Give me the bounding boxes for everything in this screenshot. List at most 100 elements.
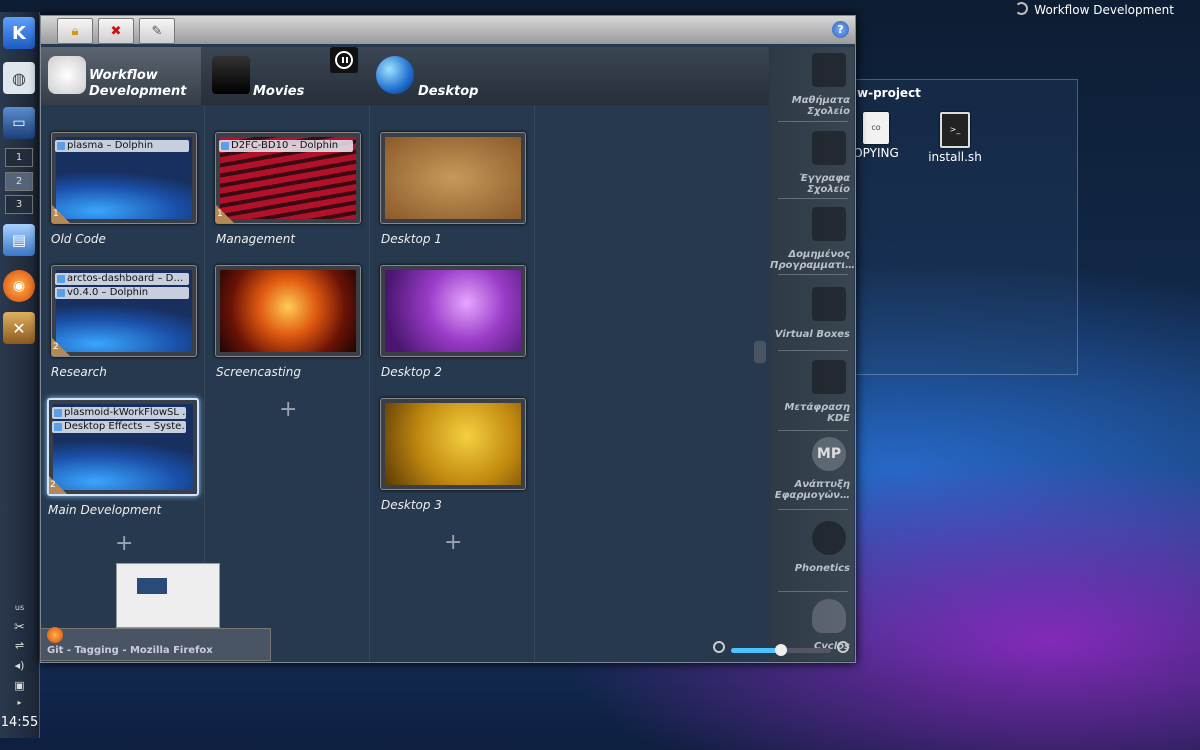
help-icon[interactable]: ? xyxy=(832,21,849,38)
script-file-icon: >_ xyxy=(940,112,970,148)
window-entry[interactable]: Desktop Effects – Syste… xyxy=(52,421,186,433)
sidebar-resize-handle[interactable] xyxy=(754,341,766,363)
firefox-launcher[interactable]: ◉ xyxy=(3,270,35,302)
globe-icon xyxy=(376,56,414,94)
zoom-track[interactable] xyxy=(731,644,831,656)
configure-button[interactable]: ✎ xyxy=(139,18,175,44)
current-activity-label: Workflow Development xyxy=(1034,3,1174,17)
current-activity-indicator[interactable]: Workflow Development xyxy=(1015,2,1174,17)
digital-clock[interactable]: 14:55 xyxy=(0,715,39,730)
zoom-slider[interactable] xyxy=(711,641,851,659)
kde-menu-button[interactable]: K xyxy=(3,17,35,49)
activity-card-main-development[interactable]: plasmoid-kWorkFlowSL … Desktop Effects –… xyxy=(47,398,199,496)
pager-label: 3 xyxy=(15,199,23,210)
activities-sidebar: Μαθήματα Σχολείο Έγγραφα Σχολείο Δομημένος… xyxy=(770,47,856,661)
pager-desktop-1[interactable]: 1 xyxy=(5,148,33,167)
pause-button[interactable] xyxy=(330,47,358,73)
window-count-badge: 1 xyxy=(52,205,70,223)
activity-card-research[interactable]: arctos-dashboard – D… v0.4.0 – Dolphin 2 xyxy=(51,265,197,357)
keyboard-layout-indicator[interactable]: us xyxy=(0,603,39,612)
card-label: Main Development xyxy=(48,503,162,517)
file-label: install.sh xyxy=(928,150,982,164)
file-install-sh[interactable]: >_ install.sh xyxy=(915,112,995,164)
sidebar-divider xyxy=(778,121,848,122)
window-preview-thumbnail xyxy=(116,563,220,628)
lock-button[interactable]: 🔒︎ xyxy=(57,18,93,44)
column-title-line2: Development xyxy=(89,84,187,99)
column-title-line1: Workflow xyxy=(89,68,158,83)
activity-icon xyxy=(812,207,846,241)
activity-manager-button[interactable]: ◍ xyxy=(3,62,35,94)
card-label: Desktop 3 xyxy=(381,498,442,512)
usb-device-icon[interactable]: ⇌ xyxy=(0,639,39,652)
pager-desktop-3[interactable]: 3 xyxy=(5,195,33,214)
activity-icon xyxy=(1015,2,1029,15)
firefox-icon: ◉ xyxy=(12,278,26,294)
tools-icon: ✕ xyxy=(12,318,26,338)
sidebar-label: Προγραμματι… xyxy=(770,260,856,271)
file-label: OPYING xyxy=(853,146,899,160)
window-count: 1 xyxy=(53,209,59,219)
activity-card-management[interactable]: D2FC-BD10 – Dolphin 1 xyxy=(215,132,361,224)
window-entry[interactable]: D2FC-BD10 – Dolphin xyxy=(219,140,353,152)
add-desktop-button[interactable]: + xyxy=(115,531,133,556)
taskbar-entry-firefox[interactable]: Git - Tagging - Mozilla Firefox xyxy=(40,627,271,661)
card-label: Screencasting xyxy=(216,365,301,379)
volume-icon[interactable]: ◂) xyxy=(0,659,39,672)
sidebar-divider xyxy=(778,509,848,510)
sidebar-divider xyxy=(778,430,848,431)
card-label: Desktop 1 xyxy=(381,232,442,246)
pager-label: 2 xyxy=(15,176,23,187)
window-entry[interactable]: arctos-dashboard – D… xyxy=(55,273,189,285)
sidebar-label: Δομημένος xyxy=(788,249,850,260)
tray-expand-arrow-icon[interactable]: ▸ xyxy=(0,698,39,707)
activity-icon xyxy=(812,53,846,87)
add-desktop-button[interactable]: + xyxy=(444,530,462,555)
network-icon[interactable]: ▣ xyxy=(0,679,39,692)
column-title: Movies xyxy=(253,84,305,99)
kde-logo-icon: K xyxy=(12,22,26,44)
activities-icon: ◍ xyxy=(12,68,26,88)
cyclos-figure-icon xyxy=(812,599,846,633)
sidebar-label: Phonetics xyxy=(794,563,850,574)
sidebar-divider xyxy=(778,198,848,199)
window-entry[interactable]: v0.4.0 – Dolphin xyxy=(55,287,189,299)
system-settings-launcher[interactable]: ✕ xyxy=(3,312,35,344)
pause-icon xyxy=(335,51,353,69)
activity-card-desktop-2[interactable] xyxy=(380,265,526,357)
clapperboard-icon xyxy=(212,56,250,94)
zoom-in-icon[interactable] xyxy=(837,641,849,653)
column-title: Desktop xyxy=(418,84,479,99)
activity-card-screencasting[interactable] xyxy=(215,265,361,357)
folder-view-title: w-project xyxy=(857,86,921,100)
lock-icon: 🔒︎ xyxy=(71,23,79,39)
show-desktop-button[interactable]: ▭ xyxy=(3,107,35,139)
task-label: Git - Tagging - Mozilla Firefox xyxy=(47,645,213,656)
card-label: Research xyxy=(51,365,107,379)
add-desktop-button[interactable]: + xyxy=(279,397,297,422)
window-entry[interactable]: plasmoid-kWorkFlowSL … xyxy=(52,407,186,419)
remove-button[interactable]: ✖ xyxy=(98,18,134,44)
zoom-out-icon[interactable] xyxy=(713,641,725,653)
activity-card-desktop-1[interactable] xyxy=(380,132,526,224)
card-label: Management xyxy=(216,232,296,246)
activity-card-old-code[interactable]: plasma – Dolphin 1 xyxy=(51,132,197,224)
desktop-thumbnail xyxy=(385,270,521,352)
zoom-handle[interactable] xyxy=(775,644,787,656)
folder-icon: ▤ xyxy=(11,231,27,249)
window-count: 2 xyxy=(53,342,59,352)
klipper-scissors-icon[interactable]: ✂ xyxy=(0,620,39,635)
column-desktop[interactable]: Desktop xyxy=(371,47,531,105)
wrench-icon: ✎ xyxy=(151,23,163,39)
window-entry[interactable]: plasma – Dolphin xyxy=(55,140,189,152)
sidebar-label: Έγγραφα xyxy=(799,173,850,184)
sidebar-item-mathimata[interactable]: Μαθήματα Σχολείο xyxy=(770,53,854,131)
column-workflow-development[interactable]: Workflow Development xyxy=(41,47,201,105)
flag-icon xyxy=(812,360,846,394)
pager-desktop-2[interactable]: 2 xyxy=(5,172,33,191)
card-label: Desktop 2 xyxy=(381,365,442,379)
document-icon xyxy=(812,131,846,165)
activity-card-desktop-3[interactable] xyxy=(380,398,526,490)
file-manager-launcher[interactable]: ▤ xyxy=(3,224,35,256)
headphones-icon xyxy=(812,521,846,555)
